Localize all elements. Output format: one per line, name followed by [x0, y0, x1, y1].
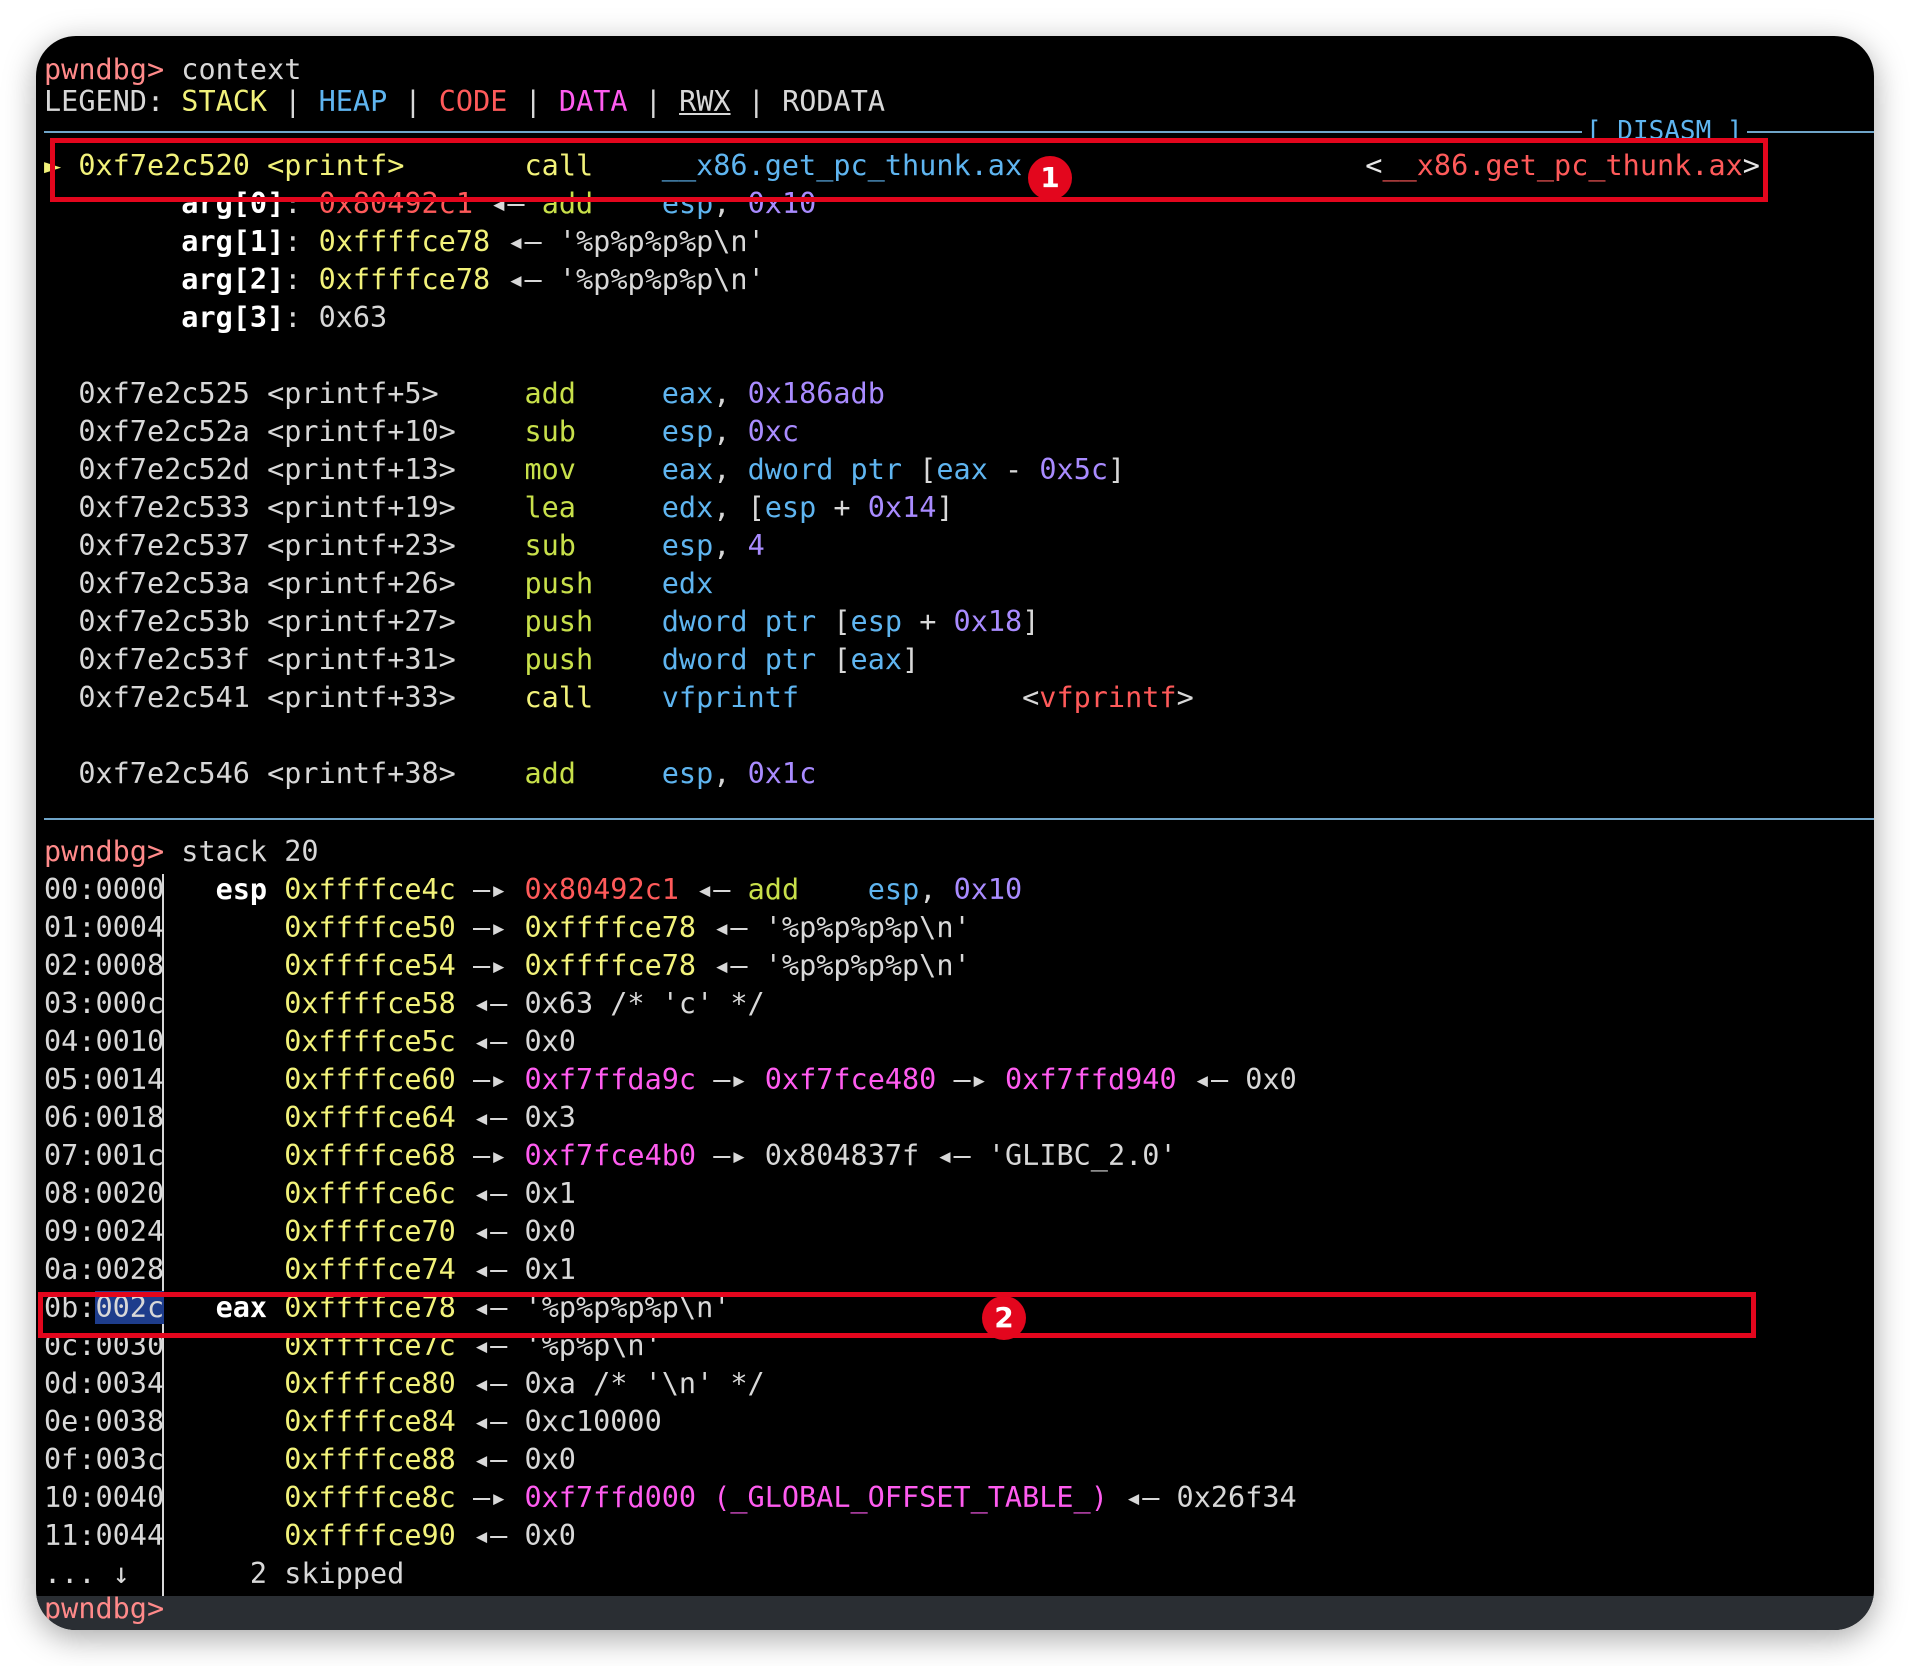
disasm-line: 0xf7e2c525 <printf+5> add eax, 0x186adb — [78, 377, 885, 410]
stack-row: 09:0024 0xffffce70 ◂— 0x0 — [44, 1215, 576, 1248]
skipped-indicator: ... ↓ — [44, 1557, 130, 1590]
stack-row: 03:000c 0xffffce58 ◂— 0x63 /* 'c' */ — [44, 987, 765, 1020]
legend-code: CODE — [438, 85, 508, 118]
legend-label: LEGEND: — [44, 85, 165, 118]
final-prompt: pwndbg> — [44, 1592, 165, 1625]
stack-row: 06:0018 0xffffce64 ◂— 0x3 — [44, 1101, 576, 1134]
stack-row: 00:0000 esp 0xffffce4c —▸ 0x80492c1 ◂— a… — [44, 873, 1023, 906]
legend-rodata: RODATA — [782, 85, 886, 118]
disasm-line: 0xf7e2c541 <printf+33> call vfprintf <vf… — [78, 681, 1194, 714]
command: context — [181, 53, 302, 86]
arg-row: arg[2]: 0xffffce78 ◂— '%p%p%p%p\n' — [181, 263, 765, 296]
legend-heap: HEAP — [318, 85, 388, 118]
call-target: <vfprintf> — [1022, 681, 1194, 714]
stack-row: 0f:003c 0xffffce88 ◂— 0x0 — [44, 1443, 576, 1476]
stack-row: 10:0040 0xffffce8c —▸ 0xf7ffd000 (_GLOBA… — [44, 1481, 1297, 1514]
legend-line: LEGEND: STACK | HEAP | CODE | DATA | RWX… — [44, 85, 886, 118]
arg-row: arg[1]: 0xffffce78 ◂— '%p%p%p%p\n' — [181, 225, 765, 258]
arg-row: arg[3]: 0x63 — [181, 301, 388, 334]
legend-rwx: RWX — [679, 85, 731, 118]
annotation-badge-1: 1 — [1028, 156, 1072, 200]
highlight-box-2 — [38, 1292, 1756, 1338]
highlight-box-1 — [50, 138, 1768, 202]
disasm-line: 0xf7e2c533 <printf+19> lea edx, [esp + 0… — [78, 491, 954, 524]
disasm-line: 0xf7e2c53f <printf+31> push dword ptr [e… — [78, 643, 920, 676]
skipped-text: 2 skipped — [249, 1557, 405, 1590]
prompt: pwndbg> — [44, 53, 165, 86]
legend-stack: STACK — [181, 85, 268, 118]
terminal-window[interactable]: pwndbg> context LEGEND: STACK | HEAP | C… — [36, 36, 1874, 1630]
final-prompt-line[interactable]: pwndbg> — [44, 1592, 164, 1626]
stack-row: 0e:0038 0xffffce84 ◂— 0xc10000 — [44, 1405, 662, 1438]
legend-data: DATA — [558, 85, 628, 118]
stack-row: 0a:0028 0xffffce74 ◂— 0x1 — [44, 1253, 576, 1286]
annotation-badge-2: 2 — [982, 1296, 1026, 1340]
stack-separator — [44, 818, 1874, 820]
stack-row: 07:001c 0xffffce68 —▸ 0xf7fce4b0 —▸ 0x80… — [44, 1139, 1177, 1172]
disasm-line: 0xf7e2c546 <printf+38> add esp, 0x1c — [78, 757, 817, 790]
stack-command-line: pwndbg> stack 20 — [44, 835, 319, 868]
input-line[interactable] — [36, 1596, 1874, 1630]
stack-row: 0d:0034 0xffffce80 ◂— 0xa /* '\n' */ — [44, 1367, 765, 1400]
stack-row: 08:0020 0xffffce6c ◂— 0x1 — [44, 1177, 576, 1210]
stack-row: 05:0014 0xffffce60 —▸ 0xf7ffda9c —▸ 0xf7… — [44, 1063, 1297, 1096]
stack-row: 04:0010 0xffffce5c ◂— 0x0 — [44, 1025, 576, 1058]
disasm-line: 0xf7e2c53b <printf+27> push dword ptr [e… — [78, 605, 1040, 638]
stack-row: 02:0008 0xffffce54 —▸ 0xffffce78 ◂— '%p%… — [44, 949, 971, 982]
disasm-line: 0xf7e2c53a <printf+26> push edx — [78, 567, 714, 600]
stack-row: 11:0044 0xffffce90 ◂— 0x0 — [44, 1519, 576, 1552]
disasm-line: 0xf7e2c52d <printf+13> mov eax, dword pt… — [78, 453, 1126, 486]
skipped-line: ... ↓ 2 skipped — [44, 1556, 404, 1594]
disasm-line: 0xf7e2c537 <printf+23> sub esp, 4 — [78, 529, 765, 562]
disasm-line: 0xf7e2c52a <printf+10> sub esp, 0xc — [78, 415, 800, 448]
stack-row: 01:0004 0xffffce50 —▸ 0xffffce78 ◂— '%p%… — [44, 911, 971, 944]
